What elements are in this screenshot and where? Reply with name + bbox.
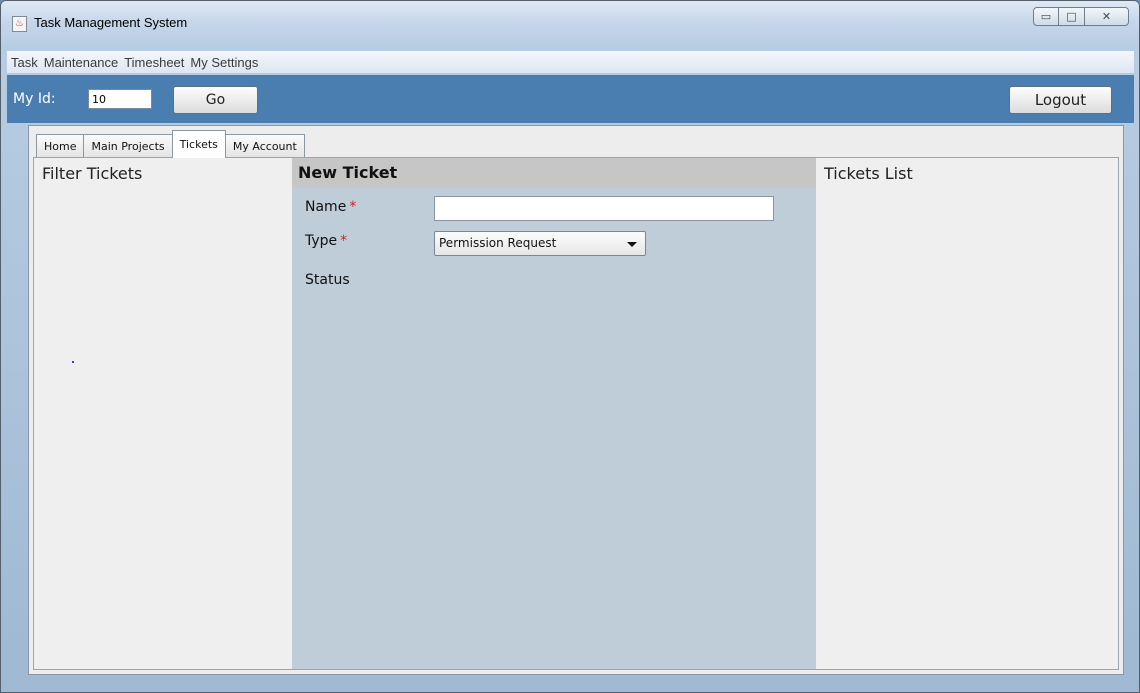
window-title: Task Management System: [34, 15, 188, 30]
go-button[interactable]: Go: [173, 86, 258, 114]
tickets-panel: Filter Tickets New Ticket Name * Type * Pe…: [33, 157, 1119, 670]
tickets-list-pane: Tickets List: [816, 158, 1118, 669]
new-ticket-pane: New Ticket Name * Type * Permission Reques…: [292, 158, 816, 669]
maximize-icon[interactable]: □: [1059, 7, 1085, 26]
tab-home[interactable]: Home: [36, 134, 85, 158]
status-label: Status: [305, 272, 350, 288]
menu-maintenance[interactable]: Maintenance: [44, 55, 118, 70]
type-label-text: Type: [305, 233, 338, 249]
type-select-value: Permission Request: [439, 236, 557, 250]
menu-bar: Task Maintenance Timesheet My Settings: [7, 51, 1134, 73]
window-controls: ▭ □ ✕: [1033, 7, 1129, 26]
chevron-down-icon: [627, 242, 637, 247]
menu-task[interactable]: Task: [11, 55, 38, 70]
menu-my-settings[interactable]: My Settings: [190, 55, 258, 70]
logout-button[interactable]: Logout: [1009, 86, 1112, 114]
java-app-icon: ♨: [12, 16, 27, 32]
tab-bar: Home Main Projects Tickets My Account: [36, 130, 305, 158]
tab-my-account[interactable]: My Account: [224, 134, 305, 158]
minimize-icon[interactable]: ▭: [1033, 7, 1059, 26]
type-select[interactable]: Permission Request: [434, 231, 646, 256]
title-bar: ♨ Task Management System ▭ □ ✕: [1, 1, 1139, 45]
type-required-marker: *: [340, 233, 348, 249]
main-content: Home Main Projects Tickets My Account Fi…: [28, 125, 1124, 675]
my-id-label: My Id:: [13, 91, 56, 107]
name-label: Name *: [305, 199, 356, 215]
tab-main-projects[interactable]: Main Projects: [83, 134, 173, 158]
close-icon[interactable]: ✕: [1085, 7, 1129, 26]
filter-tickets-title: Filter Tickets: [42, 164, 143, 183]
tickets-list-title: Tickets List: [824, 164, 913, 183]
new-ticket-title: New Ticket: [298, 163, 398, 182]
new-ticket-header: New Ticket: [292, 158, 816, 188]
type-label: Type *: [305, 233, 347, 249]
toolbar: My Id: Go Logout: [7, 75, 1134, 123]
stray-dot: [72, 361, 74, 363]
name-required-marker: *: [349, 199, 357, 215]
name-label-text: Name: [305, 199, 347, 215]
my-id-input[interactable]: [88, 89, 152, 109]
filter-tickets-pane: Filter Tickets: [34, 158, 292, 669]
tab-tickets[interactable]: Tickets: [171, 130, 226, 158]
name-input[interactable]: [434, 196, 774, 221]
app-window: ♨ Task Management System ▭ □ ✕ Task Main…: [0, 0, 1140, 693]
menu-timesheet[interactable]: Timesheet: [124, 55, 184, 70]
